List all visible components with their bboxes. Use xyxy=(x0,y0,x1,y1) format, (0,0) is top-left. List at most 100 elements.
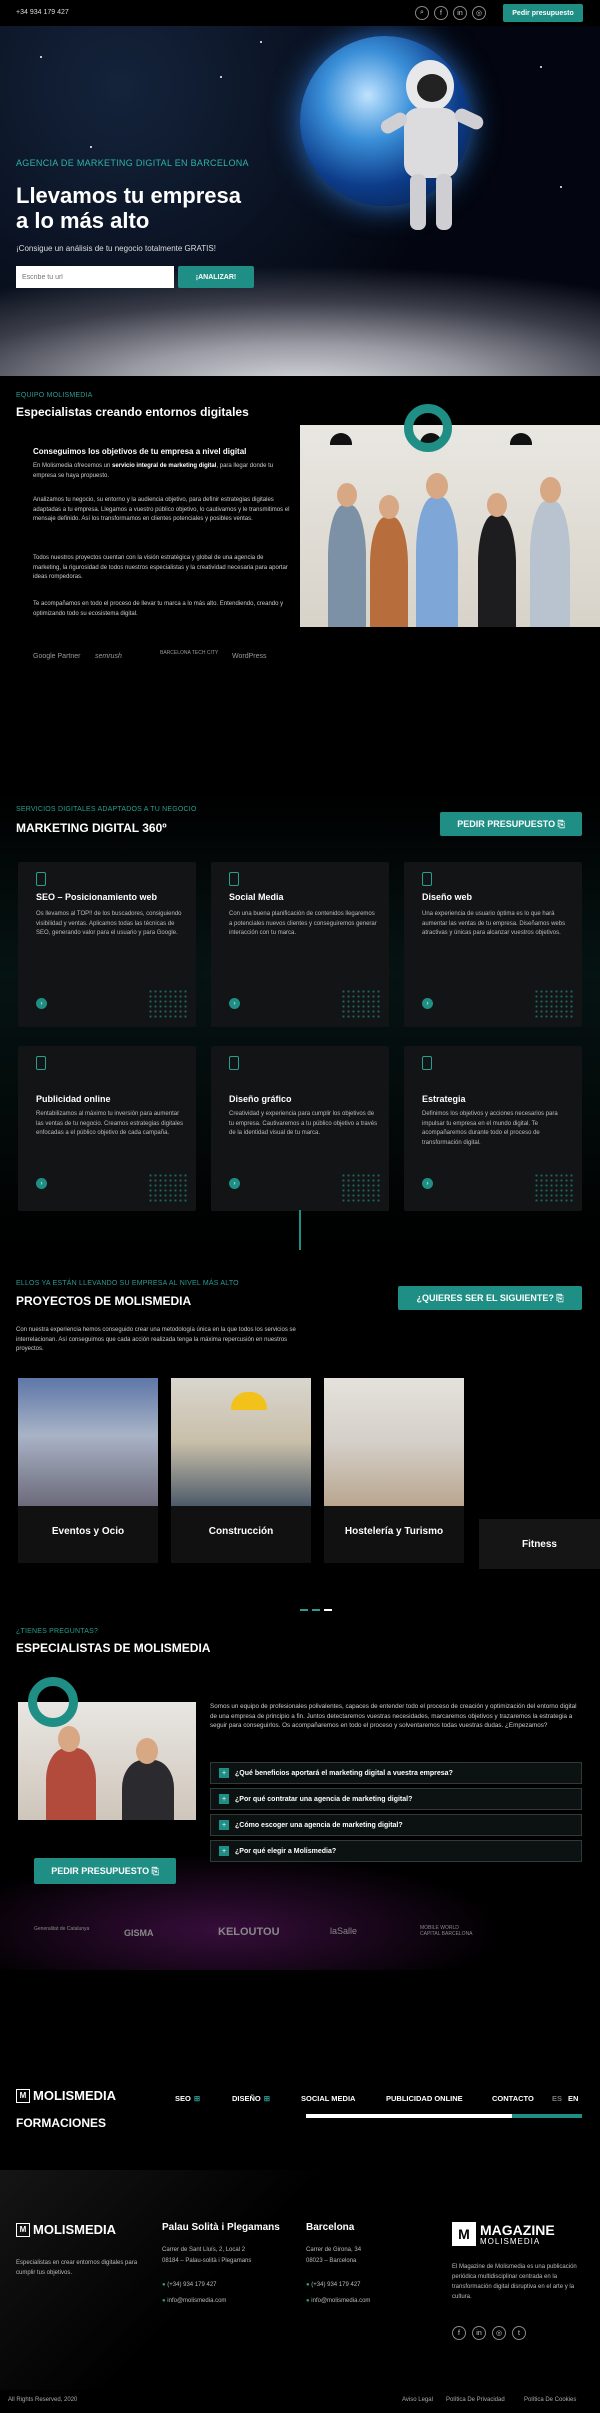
nav-active-bar xyxy=(306,2114,582,2118)
faq-item-3[interactable]: + ¿Cómo escoger una agencia de marketing … xyxy=(210,1814,582,1836)
projects-text: Con nuestra experiencia hemos conseguido… xyxy=(16,1327,296,1353)
client-logo-lasalle: laSalle xyxy=(330,1926,358,1936)
arrow-icon[interactable]: › xyxy=(36,1178,47,1189)
magazine-text: El Magazine de Molismedia es una publica… xyxy=(452,2264,577,2300)
hero-title: Llevamos tu empresa a lo más alto xyxy=(16,183,241,233)
service-text: Os llevamos al TOP!! de los buscadores, … xyxy=(36,911,182,936)
phone-text[interactable]: +34 934 179 427 xyxy=(16,9,69,16)
pedir-presupuesto-button[interactable]: Pedir presupuesto xyxy=(503,4,583,22)
client-logo-gisma: GISMA xyxy=(124,1928,154,1938)
nav-item-publicidad[interactable]: PUBLICIDAD ONLINE xyxy=(386,2094,463,2103)
social-media-icon xyxy=(229,872,239,886)
services-cta-button[interactable]: PEDIR PRESUPUESTO ⎘ xyxy=(440,812,582,836)
hero-title-line1: Llevamos tu empresa xyxy=(16,183,241,208)
client-logo-mobile-world-capital: MOBILE WORLD CAPITAL BARCELONA xyxy=(420,1925,473,1937)
service-title: Diseño web xyxy=(422,892,473,902)
service-card-estrategia[interactable]: Estrategia Definimos los objetivos y acc… xyxy=(404,1046,582,1211)
service-text: Una experiencia de usuario óptima es lo … xyxy=(422,911,566,936)
footer-col1-email[interactable]: ● info@molismedia.com xyxy=(162,2296,226,2306)
nav-logo[interactable]: M MOLISMEDIA xyxy=(16,2088,116,2103)
footer-col1-title: Palau Solità i Plegamans xyxy=(162,2222,280,2233)
facebook-icon[interactable]: f xyxy=(434,6,448,20)
molismedia-logo-icon: M xyxy=(16,2222,30,2237)
nav-item-diseno[interactable]: DISEÑO ⊞ xyxy=(232,2094,270,2103)
arrow-icon[interactable]: › xyxy=(422,1178,433,1189)
arrow-icon[interactable]: › xyxy=(36,998,47,1009)
twitter-icon[interactable]: t xyxy=(512,2326,526,2340)
faq-intro: Somos un equipo de profesionales polival… xyxy=(210,1703,577,1730)
sector-card-eventos[interactable]: Eventos y Ocio xyxy=(18,1378,158,1563)
faq-item-2[interactable]: + ¿Por qué contratar una agencia de marke… xyxy=(210,1788,582,1810)
faq-item-4[interactable]: + ¿Por qué elegir a Molismedia? xyxy=(210,1840,582,1862)
plus-icon: + xyxy=(219,1794,229,1804)
bottom-bar xyxy=(0,2390,600,2413)
partner-logo-wordpress: WordPress xyxy=(232,653,267,660)
decorative-ring xyxy=(28,1677,78,1727)
team-paragraph-1: En Molismedia ofrecemos un servicio inte… xyxy=(33,463,274,479)
carousel-dot-2[interactable] xyxy=(312,1609,320,1611)
legal-link-aviso[interactable]: Aviso Legal xyxy=(402,2397,433,2403)
molismedia-logo-icon: M xyxy=(16,2088,30,2103)
nav-item-contacto[interactable]: CONTACTO xyxy=(492,2094,534,2103)
carousel-dot-1[interactable] xyxy=(300,1609,308,1611)
analizar-button[interactable]: ¡ANALIZAR! xyxy=(178,266,254,288)
arrow-icon[interactable]: › xyxy=(229,1178,240,1189)
footer-tagline: Especialistas en crear entornos digitale… xyxy=(16,2260,138,2276)
advertising-icon xyxy=(36,1056,46,1070)
projects-kicker: ELLOS YA ESTÁN LLEVANDO SU EMPRESA AL NI… xyxy=(16,1280,239,1287)
team-paragraph-3: Todos nuestros proyectos cuentan con la … xyxy=(33,555,288,581)
faq-item-1[interactable]: + ¿Qué beneficios aportará el marketing d… xyxy=(210,1762,582,1784)
sector-card-fitness[interactable]: Fitness xyxy=(479,1519,600,1569)
partner-logo-barcelona-tech-city: BARCELONA TECH CITY xyxy=(160,650,219,656)
facebook-icon[interactable]: f xyxy=(452,2326,466,2340)
footer-logo[interactable]: M MOLISMEDIA xyxy=(16,2222,116,2237)
lang-en[interactable]: EN xyxy=(568,2094,578,2103)
search-icon[interactable]: ⌕ xyxy=(415,6,429,20)
partner-logo-semrush: semrush xyxy=(95,653,122,660)
plus-icon: + xyxy=(219,1768,229,1778)
instagram-icon[interactable]: ◎ xyxy=(492,2326,506,2340)
hero-title-line2: a lo más alto xyxy=(16,208,150,233)
sector-label: Eventos y Ocio xyxy=(51,1526,125,1537)
client-logo-keloutou: KELOUTOU xyxy=(218,1926,280,1938)
instagram-icon[interactable]: ◎ xyxy=(472,6,486,20)
service-title: Estrategia xyxy=(422,1094,466,1104)
projects-cta-button[interactable]: ¿QUIERES SER EL SIGUIENTE? ⎘ xyxy=(398,1286,582,1310)
url-input[interactable] xyxy=(16,266,174,288)
linkedin-icon[interactable]: in xyxy=(453,6,467,20)
carousel-dot-3[interactable] xyxy=(324,1609,332,1611)
service-title: Social Media xyxy=(229,892,284,902)
arrow-icon[interactable]: › xyxy=(422,998,433,1009)
team-paragraph-4: Te acompañamos en todo el proceso de lle… xyxy=(33,601,284,617)
faq-cta-button[interactable]: PEDIR PRESUPUESTO ⎘ xyxy=(34,1858,176,1884)
service-card-social-media[interactable]: Social Media Con una buena planificación… xyxy=(211,862,389,1027)
service-card-diseno-web[interactable]: Diseño web Una experiencia de usuario óp… xyxy=(404,862,582,1027)
service-card-seo[interactable]: SEO – Posicionamiento web Os llevamos al… xyxy=(18,862,196,1027)
web-design-icon xyxy=(422,872,432,886)
footer-col2-email[interactable]: ● info@molismedia.com xyxy=(306,2296,370,2306)
legal-link-privacidad[interactable]: Política De Privacidad xyxy=(446,2397,505,2403)
service-card-diseno-grafico[interactable]: Diseño gráfico Creatividad y experiencia… xyxy=(211,1046,389,1211)
linkedin-icon[interactable]: in xyxy=(472,2326,486,2340)
hero-kicker: AGENCIA DE MARKETING DIGITAL EN BARCELON… xyxy=(16,158,249,168)
legal-link-cookies[interactable]: Política De Cookies xyxy=(524,2397,576,2403)
nav-item-social-media[interactable]: SOCIAL MEDIA xyxy=(301,2094,355,2103)
service-title: SEO – Posicionamiento web xyxy=(36,892,158,902)
decorative-ring xyxy=(404,404,452,452)
team-heading: Conseguimos los objetivos de tu empresa … xyxy=(33,447,247,456)
sector-card-hosteleria[interactable]: Hostelería y Turismo xyxy=(324,1378,464,1563)
magazine-logo[interactable]: M MAGAZINE MOLISMEDIA xyxy=(452,2222,555,2246)
footer-col1-phone[interactable]: ● (+34) 934 179 427 xyxy=(162,2280,217,2290)
lang-es[interactable]: ES xyxy=(552,2094,562,2103)
astronaut-image xyxy=(380,60,484,230)
service-text: Con una buena planificación de contenido… xyxy=(229,911,377,936)
nav-item-seo[interactable]: SEO ⊞ xyxy=(175,2094,200,2103)
service-card-publicidad[interactable]: Publicidad online Rentabilizamos al máxi… xyxy=(18,1046,196,1211)
service-text: Rentabilizamos al máximo tu inversión pa… xyxy=(36,1111,184,1136)
sector-card-construccion[interactable]: Construcción xyxy=(171,1378,311,1563)
footer-col2-phone[interactable]: ● (+34) 934 179 427 xyxy=(306,2280,361,2290)
strategy-icon xyxy=(422,1056,432,1070)
footer-col2-addr2: 08023 – Barcelona xyxy=(306,2258,357,2264)
arrow-icon[interactable]: › xyxy=(229,998,240,1009)
hero-section: AGENCIA DE MARKETING DIGITAL EN BARCELON… xyxy=(0,26,600,376)
